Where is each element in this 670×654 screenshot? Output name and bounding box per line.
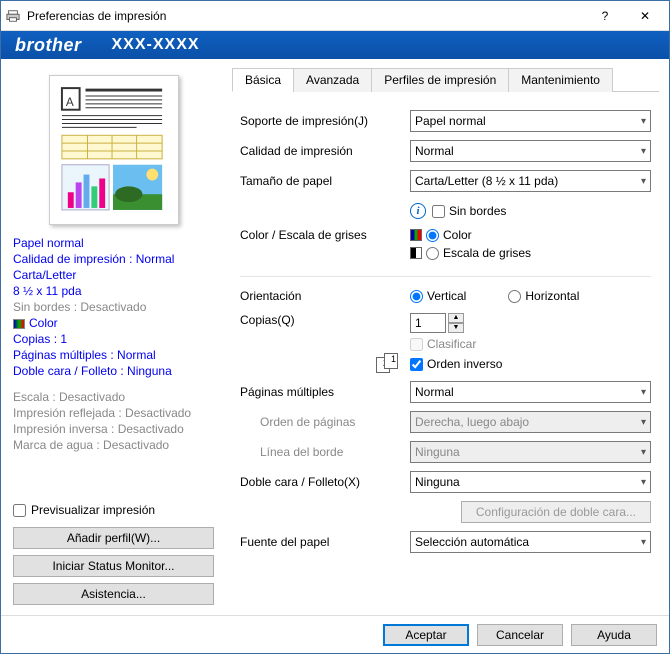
chevron-down-icon: ▾ bbox=[641, 417, 646, 428]
chevron-down-icon: ▾ bbox=[641, 447, 646, 458]
summary-multi: Páginas múltiples : Normal bbox=[13, 347, 214, 363]
preview-checkbox-label: Previsualizar impresión bbox=[31, 503, 155, 517]
summary-media: Papel normal bbox=[13, 235, 214, 251]
window-title: Preferencias de impresión bbox=[27, 9, 585, 23]
borderless-checkbox[interactable] bbox=[432, 205, 445, 218]
print-preferences-window: Preferencias de impresión ? ✕ brother XX… bbox=[0, 0, 670, 654]
ok-button[interactable]: Aceptar bbox=[383, 624, 469, 646]
multipage-select[interactable]: Normal▾ bbox=[410, 381, 651, 403]
duplex-select[interactable]: Ninguna▾ bbox=[410, 471, 651, 493]
summary-size: Carta/Letter bbox=[13, 267, 214, 283]
left-panel: A bbox=[1, 59, 226, 615]
papersource-select[interactable]: Selección automática▾ bbox=[410, 531, 651, 553]
orientation-horizontal[interactable]: Horizontal bbox=[508, 289, 579, 303]
summary-block: Papel normal Calidad de impresión : Norm… bbox=[13, 235, 214, 453]
chevron-down-icon: ▾ bbox=[641, 477, 646, 488]
duplex-config-button: Configuración de doble cara... bbox=[461, 501, 651, 523]
summary-borderless: Sin bordes : Desactivado bbox=[13, 299, 214, 315]
summary-scale: Escala : Desactivado bbox=[13, 389, 214, 405]
tab-maintenance[interactable]: Mantenimiento bbox=[508, 68, 613, 92]
summary-quality: Calidad de impresión : Normal bbox=[13, 251, 214, 267]
summary-color: Color bbox=[13, 315, 214, 331]
borderless-row[interactable]: Sin bordes bbox=[432, 204, 506, 218]
copies-input[interactable] bbox=[410, 313, 446, 333]
borderline-label: Línea del borde bbox=[240, 445, 410, 459]
chevron-down-icon: ▾ bbox=[641, 116, 646, 127]
gray-swatch-icon bbox=[410, 247, 422, 259]
help-dialog-button[interactable]: Ayuda bbox=[571, 624, 657, 646]
quality-select[interactable]: Normal▾ bbox=[410, 140, 651, 162]
papersource-label: Fuente del papel bbox=[240, 535, 410, 549]
borderline-select: Ninguna▾ bbox=[410, 441, 651, 463]
multipage-label: Páginas múltiples bbox=[240, 385, 410, 399]
color-chip-icon bbox=[13, 319, 25, 329]
duplex-label: Doble cara / Folleto(X) bbox=[240, 475, 410, 489]
summary-reverse: Impresión inversa : Desactivado bbox=[13, 421, 214, 437]
borderless-label: Sin bordes bbox=[449, 204, 506, 218]
help-button[interactable]: ? bbox=[585, 2, 625, 30]
printer-icon bbox=[5, 8, 21, 24]
orientation-vertical[interactable]: Vertical bbox=[410, 289, 466, 303]
content-area: A bbox=[1, 59, 669, 615]
spin-down-icon[interactable]: ▼ bbox=[448, 323, 464, 333]
question-icon: ? bbox=[602, 9, 609, 23]
grayscale-radio-label: Escala de grises bbox=[443, 246, 531, 260]
summary-dim: 8 ½ x 11 pda bbox=[13, 283, 214, 299]
titlebar: Preferencias de impresión ? ✕ bbox=[1, 1, 669, 31]
dialog-buttons: Aceptar Cancelar Ayuda bbox=[1, 615, 669, 653]
basic-panel: Soporte de impresión(J) Papel normal▾ Ca… bbox=[226, 92, 659, 645]
brand-bar: brother XXX-XXXX bbox=[1, 31, 669, 59]
collate-row: Clasificar bbox=[410, 337, 476, 351]
collate-icon: 2 1 bbox=[376, 353, 404, 375]
close-icon: ✕ bbox=[640, 9, 650, 23]
support-button[interactable]: Asistencia... bbox=[13, 583, 214, 605]
brand-logo: brother bbox=[15, 35, 82, 56]
summary-watermark: Marca de agua : Desactivado bbox=[13, 437, 214, 453]
color-radio-label: Color bbox=[443, 228, 472, 242]
papersize-select[interactable]: Carta/Letter (8 ½ x 11 pda)▾ bbox=[410, 170, 651, 192]
right-panel: Básica Avanzada Perfiles de impresión Ma… bbox=[226, 59, 669, 615]
tab-basic[interactable]: Básica bbox=[232, 68, 294, 92]
pageorder-select: Derecha, luego abajo▾ bbox=[410, 411, 651, 433]
model-name: XXX-XXXX bbox=[112, 36, 200, 54]
add-profile-button[interactable]: Añadir perfil(W)... bbox=[13, 527, 214, 549]
papersize-label: Tamaño de papel bbox=[240, 174, 410, 188]
cancel-button[interactable]: Cancelar bbox=[477, 624, 563, 646]
preview-checkbox[interactable] bbox=[13, 504, 26, 517]
copies-spinner[interactable]: ▲▼ bbox=[448, 313, 464, 333]
reverse-order-checkbox[interactable] bbox=[410, 358, 423, 371]
info-icon[interactable]: i bbox=[410, 203, 426, 219]
pageorder-label: Orden de páginas bbox=[240, 415, 410, 429]
tab-strip: Básica Avanzada Perfiles de impresión Ma… bbox=[232, 67, 659, 92]
summary-duplex: Doble cara / Folleto : Ninguna bbox=[13, 363, 214, 379]
colormode-label: Color / Escala de grises bbox=[240, 228, 410, 242]
media-select[interactable]: Papel normal▾ bbox=[410, 110, 651, 132]
summary-copies: Copias : 1 bbox=[13, 331, 214, 347]
orientation-label: Orientación bbox=[240, 289, 410, 303]
grayscale-radio[interactable] bbox=[426, 247, 439, 260]
close-button[interactable]: ✕ bbox=[625, 2, 665, 30]
page-preview: A bbox=[49, 75, 179, 225]
color-swatch-icon bbox=[410, 229, 422, 241]
chevron-down-icon: ▾ bbox=[641, 387, 646, 398]
quality-label: Calidad de impresión bbox=[240, 144, 410, 158]
preview-checkbox-row[interactable]: Previsualizar impresión bbox=[13, 503, 214, 517]
reverse-order-row[interactable]: Orden inverso bbox=[410, 357, 502, 371]
collate-checkbox bbox=[410, 338, 423, 351]
svg-text:A: A bbox=[65, 96, 73, 109]
copies-label: Copias(Q) bbox=[240, 313, 410, 327]
status-monitor-button[interactable]: Iniciar Status Monitor... bbox=[13, 555, 214, 577]
media-label: Soporte de impresión(J) bbox=[240, 114, 410, 128]
chevron-down-icon: ▾ bbox=[641, 537, 646, 548]
summary-mirror: Impresión reflejada : Desactivado bbox=[13, 405, 214, 421]
chevron-down-icon: ▾ bbox=[641, 146, 646, 157]
color-radio[interactable] bbox=[426, 229, 439, 242]
tab-advanced[interactable]: Avanzada bbox=[293, 68, 372, 92]
tab-profiles[interactable]: Perfiles de impresión bbox=[371, 68, 509, 92]
spin-up-icon[interactable]: ▲ bbox=[448, 313, 464, 323]
chevron-down-icon: ▾ bbox=[641, 176, 646, 187]
